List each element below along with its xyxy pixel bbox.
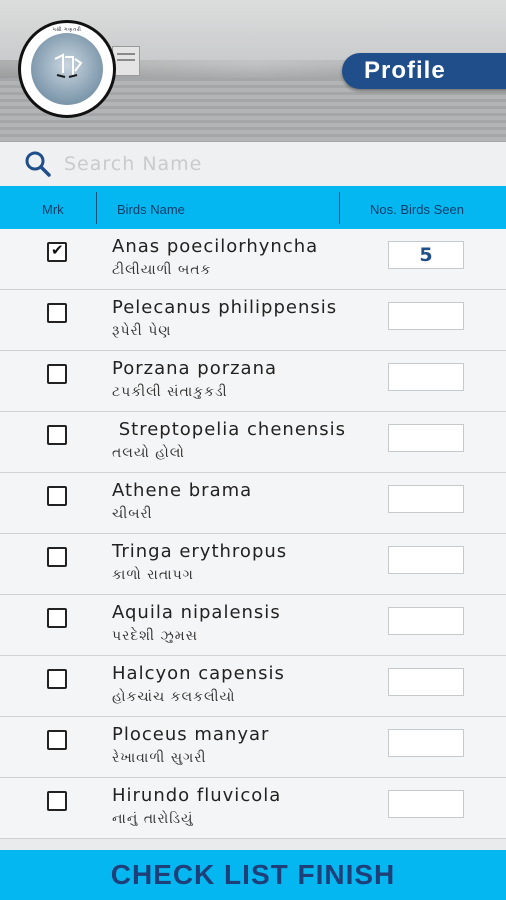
profile-button[interactable]: Profile [342, 53, 506, 89]
bird-local-name: કાળો રાતાપગ [112, 567, 194, 583]
bird-count-input[interactable] [388, 546, 464, 574]
bird-scientific-name: Aquila nipalensis [112, 602, 281, 623]
column-divider [339, 192, 340, 224]
bird-local-name: પરદેશી ઝુમસ [112, 628, 198, 644]
bird-scientific-name: Hirundo fluvicola [112, 785, 282, 806]
bird-local-name: ટીલીયાળી બતક [112, 262, 212, 278]
bird-local-name: ટપકીલી સંતાકુકડી [112, 384, 228, 400]
bird-scientific-name: Ploceus manyar [112, 724, 270, 745]
header-banner: પક્ષી ગણતરી Profile [0, 0, 506, 142]
bird-list: Anas poecilorhyncha ટીલીયાળી બતક 5 Pelecanu… [0, 229, 506, 839]
mark-checkbox[interactable] [47, 608, 67, 628]
bird-count-input[interactable] [388, 729, 464, 757]
column-divider [96, 192, 97, 224]
table-row: Aquila nipalensis પરદેશી ઝુમસ [0, 595, 506, 656]
bird-count-input[interactable] [388, 668, 464, 696]
mark-checkbox[interactable] [47, 364, 67, 384]
bird-scientific-name: Tringa erythropus [112, 541, 288, 562]
table-row: Ploceus manyar રેખાવાળી સુગરી [0, 717, 506, 778]
mark-checkbox[interactable] [47, 486, 67, 506]
bird-scientific-name: Porzana porzana [112, 358, 278, 379]
table-row: Porzana porzana ટપકીલી સંતાકુકડી [0, 351, 506, 412]
mark-checkbox[interactable] [47, 303, 67, 323]
column-header-count: Nos. Birds Seen [370, 202, 464, 217]
logo-emblem [31, 33, 103, 105]
column-header-bird-name: Birds Name [117, 202, 185, 217]
table-row: Pelecanus philippensis રૂપેરી પેણ [0, 290, 506, 351]
table-row: Athene brama ચીબરી [0, 473, 506, 534]
bird-count-input[interactable] [388, 790, 464, 818]
bird-local-name: રૂપેરી પેણ [112, 323, 172, 339]
search-icon[interactable] [24, 150, 52, 178]
bird-local-name: તલયો હોલો [112, 445, 185, 461]
bird-local-name: રેખાવાળી સુગરી [112, 750, 207, 766]
column-header-mark: Mrk [42, 202, 64, 217]
table-row: Anas poecilorhyncha ટીલીયાળી બતક 5 [0, 229, 506, 290]
mark-checkbox[interactable] [47, 547, 67, 567]
bird-local-name: નાનું તારોડિયું [112, 811, 194, 827]
mark-checkbox[interactable] [47, 791, 67, 811]
bird-count-input[interactable] [388, 424, 464, 452]
bird-count-input[interactable]: 5 [388, 241, 464, 269]
table-header: Mrk Birds Name Nos. Birds Seen [0, 186, 506, 229]
bird-count-input[interactable] [388, 607, 464, 635]
bird-local-name: ચીબરી [112, 506, 153, 522]
check-list-finish-button[interactable]: CHECK LIST FINISH [0, 850, 506, 900]
table-row: Hirundo fluvicola નાનું તારોડિયું [0, 778, 506, 839]
table-row: Streptopelia chenensis તલયો હોલો [0, 412, 506, 473]
bird-scientific-name: Halcyon capensis [112, 663, 285, 684]
bird-scientific-name: Anas poecilorhyncha [112, 236, 319, 257]
bird-icon [54, 53, 83, 78]
bird-scientific-name: Athene brama [112, 480, 253, 501]
background-building [112, 46, 140, 76]
bird-scientific-name: Streptopelia chenensis [112, 419, 347, 440]
table-row: Halcyon capensis હોકચાંચ કલકલીયો [0, 656, 506, 717]
table-row: Tringa erythropus કાળો રાતાપગ [0, 534, 506, 595]
app-logo: પક્ષી ગણતરી [18, 20, 116, 118]
mark-checkbox[interactable] [47, 425, 67, 445]
bird-count-input[interactable] [388, 485, 464, 513]
mark-checkbox[interactable] [47, 669, 67, 689]
mark-checkbox[interactable] [47, 241, 67, 262]
bird-count-input[interactable] [388, 302, 464, 330]
search-input[interactable] [64, 148, 484, 180]
bird-count-input[interactable] [388, 363, 464, 391]
mark-checkbox[interactable] [47, 730, 67, 750]
search-bar [0, 142, 506, 186]
bird-scientific-name: Pelecanus philippensis [112, 297, 338, 318]
bird-local-name: હોકચાંચ કલકલીયો [112, 689, 236, 705]
